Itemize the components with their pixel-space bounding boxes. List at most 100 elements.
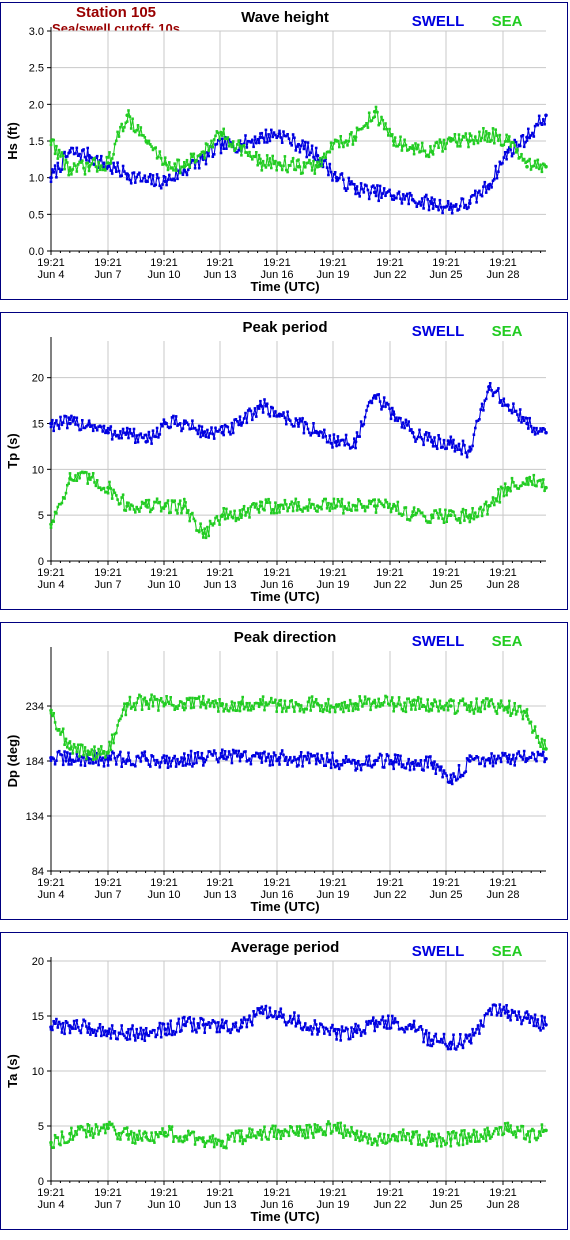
average-period-sea-marker — [518, 1129, 522, 1133]
peak-direction-sea-marker — [180, 700, 183, 704]
peak-period-sea-marker — [64, 491, 68, 495]
wave-height-sea-marker — [328, 150, 332, 154]
wave-height-swell-marker — [420, 197, 424, 200]
wave-height-swell-marker — [274, 133, 277, 137]
wave-height-sea-marker — [486, 140, 489, 143]
peak-period-swell-marker — [407, 420, 410, 423]
average-period-swell-marker — [494, 1004, 497, 1007]
peak-direction-sea-marker — [256, 702, 259, 705]
average-period-sea-marker — [261, 1130, 265, 1134]
wave-height-swell-marker — [525, 139, 529, 142]
peak-direction-swell-marker — [456, 777, 459, 781]
average-period-swell-marker — [536, 1018, 540, 1021]
peak-direction-sea-marker — [108, 740, 111, 744]
average-period-swell-marker — [221, 1018, 224, 1022]
peak-period-swell-marker — [155, 426, 159, 430]
peak-period-sea-marker — [253, 506, 257, 509]
wave-height-swell-marker — [440, 206, 443, 209]
average-period-sea-marker — [346, 1128, 349, 1132]
legend-sea: SEA — [492, 633, 523, 650]
peak-period-swell-marker — [150, 442, 153, 445]
average-period-sea-marker — [331, 1130, 334, 1133]
peak-period-sea-marker — [187, 509, 190, 512]
average-period-swell-marker — [476, 1024, 480, 1027]
peak-period-swell-marker — [381, 405, 385, 408]
peak-period-swell-point — [506, 403, 510, 407]
wave-height-swell-point — [372, 190, 377, 195]
peak-direction-swell-marker — [217, 760, 220, 764]
peak-direction-sea-marker — [506, 711, 510, 714]
peak-direction-sea-marker — [389, 699, 393, 703]
wave-height-sea-marker — [467, 145, 470, 149]
peak-period-swell-marker — [142, 436, 145, 440]
wave-height-swell-marker — [294, 149, 298, 152]
peak-period-swell-marker — [380, 408, 383, 411]
peak-direction-swell-marker — [407, 757, 410, 761]
legend-sea: SEA — [492, 323, 523, 340]
wave-height-sea-marker — [82, 166, 85, 170]
average-period-sea-marker — [427, 1130, 431, 1134]
wave-height-sea-marker — [373, 115, 376, 119]
average-period-sea-marker — [452, 1130, 455, 1133]
peak-period-swell-marker — [331, 446, 334, 449]
peak-period-swell-marker — [102, 424, 106, 428]
wave-height-sea-marker — [512, 141, 515, 144]
peak-period-swell-marker — [472, 433, 476, 436]
peak-direction-sea-marker — [229, 706, 232, 710]
wave-height-swell-marker — [498, 160, 502, 164]
peak-direction-swell-marker — [331, 751, 334, 755]
wave-height-swell-marker — [342, 178, 345, 181]
wave-height-swell-point — [506, 150, 510, 154]
peak-direction-sea-marker — [233, 701, 236, 705]
peak-direction-sea-marker — [140, 708, 144, 711]
average-period-sea-marker — [422, 1138, 425, 1141]
average-period-swell-marker — [168, 1032, 171, 1036]
average-period-sea-marker — [168, 1125, 171, 1128]
average-period-sea-marker — [313, 1123, 317, 1126]
peak-period-sea-marker — [540, 485, 544, 489]
average-period-swell-marker — [308, 1028, 311, 1032]
average-period-sea-marker — [255, 1136, 258, 1140]
peak-direction-sea-marker — [434, 700, 438, 704]
average-period-swell-point — [449, 1040, 453, 1045]
peak-direction-sea-marker — [153, 695, 156, 698]
peak-direction-sea-marker — [392, 709, 395, 713]
wave-height-swell-marker — [374, 194, 378, 198]
average-period-chart: Average period SWELL SEA0510152019:21Jun 4… — [5, 939, 548, 1224]
peak-direction-swell-marker — [185, 762, 189, 766]
wave-height-sea-point — [430, 150, 434, 154]
peak-period-sea-marker — [63, 497, 66, 500]
wave-height-sea-marker — [120, 122, 123, 126]
peak-period-sea-marker — [342, 512, 345, 515]
wave-height-sea-marker — [313, 172, 317, 175]
peak-period-sea-marker — [435, 511, 439, 515]
wave-height-sea-marker — [280, 168, 284, 172]
average-period-swell-marker — [454, 1048, 458, 1051]
average-period-sea-marker — [369, 1137, 372, 1140]
peak-direction-swell-marker — [521, 758, 525, 761]
average-period-sea-marker — [516, 1125, 519, 1129]
peak-period-sea-marker — [501, 486, 504, 490]
wave-height-sea-marker — [270, 166, 273, 170]
x-tick-time: 19:21 — [94, 567, 122, 579]
peak-direction-sea-marker — [157, 709, 160, 712]
peak-period-sea-marker — [272, 511, 276, 515]
average-period-swell-marker — [244, 1018, 247, 1021]
peak-direction-swell-marker — [112, 751, 115, 755]
peak-direction-sea-marker — [169, 696, 172, 699]
wave-height-sea-marker — [312, 159, 315, 163]
average-period-sea-marker — [251, 1128, 254, 1131]
peak-period-swell-marker — [399, 417, 402, 420]
peak-direction-sea-marker — [342, 710, 345, 714]
peak-direction-swell-marker — [469, 755, 473, 758]
average-period-sea-marker — [333, 1123, 337, 1127]
average-period-swell-marker — [323, 1032, 326, 1035]
average-period-sea-marker — [298, 1125, 302, 1128]
wave-height-sea-marker — [261, 159, 265, 163]
x-tick-time: 19:21 — [94, 877, 122, 889]
peak-direction-sea-marker — [53, 721, 57, 724]
peak-period-swell-marker — [487, 388, 491, 391]
average-period-sea-marker — [385, 1141, 389, 1145]
average-period-sea-marker — [382, 1132, 386, 1136]
wave-height-sea-marker — [365, 122, 368, 125]
